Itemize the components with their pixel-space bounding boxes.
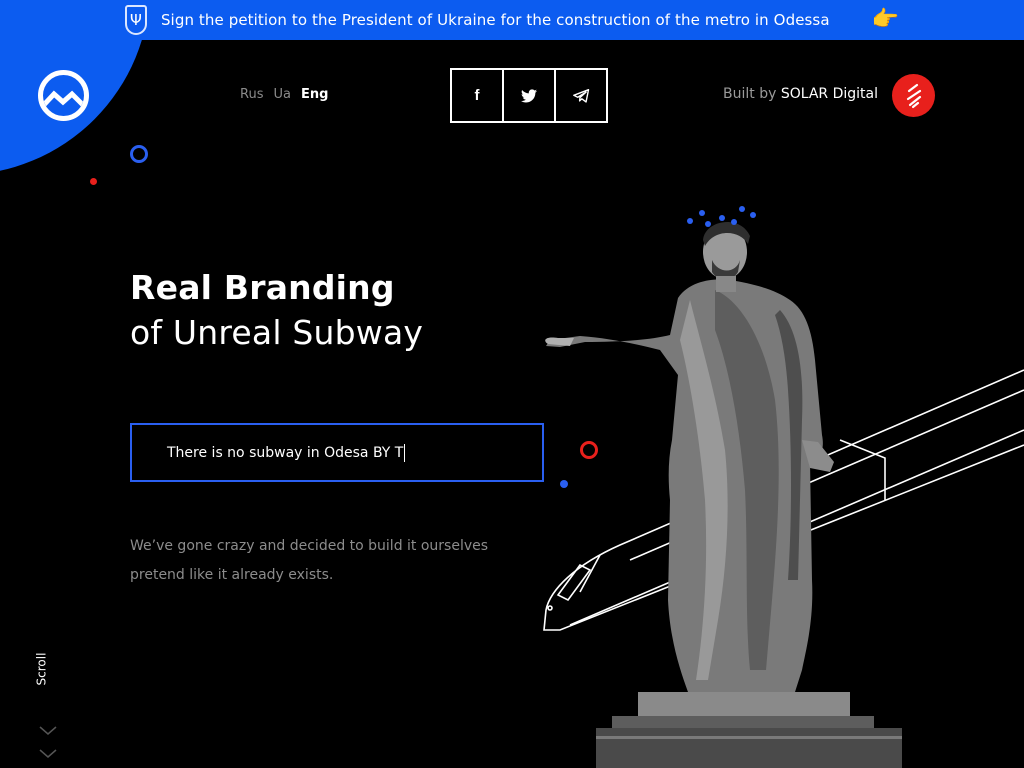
headline-primary: Real Branding <box>130 268 395 307</box>
lang-ua[interactable]: Ua <box>273 87 290 102</box>
statue-figure <box>545 222 834 692</box>
telegram-icon <box>572 88 589 103</box>
headline-secondary: of Unreal Subway <box>130 313 424 352</box>
solar-digital-logo-icon[interactable] <box>892 74 935 117</box>
petition-banner[interactable]: Ψ Sign the petition to the President of … <box>0 0 1024 40</box>
built-by-credit[interactable]: Built by SOLAR Digital <box>723 86 878 102</box>
twitter-icon <box>521 88 537 102</box>
petition-banner-text[interactable]: Sign the petition to the President of Uk… <box>161 11 830 29</box>
pointing-hand-icon: 👉 <box>871 7 900 32</box>
facebook-button[interactable]: f <box>450 68 504 123</box>
scroll-indicator[interactable]: Scroll <box>34 650 53 690</box>
social-share-group: f <box>450 68 608 123</box>
ukraine-trident-icon: Ψ <box>124 5 147 35</box>
twitter-button[interactable] <box>502 68 556 123</box>
language-switcher: Rus Ua Eng <box>240 87 328 102</box>
chevron-down-icon-2[interactable] <box>39 745 57 763</box>
hero-description: We’ve gone crazy and decided to build it… <box>130 538 489 583</box>
facebook-icon: f <box>474 87 480 104</box>
text-caret <box>404 443 406 462</box>
scroll-label: Scroll <box>34 652 49 686</box>
telegram-button[interactable] <box>554 68 608 123</box>
built-by-prefix: Built by <box>723 86 777 102</box>
metro-logo-icon[interactable] <box>38 70 89 121</box>
statue-pedestal <box>596 692 902 768</box>
lang-eng[interactable]: Eng <box>301 87 328 102</box>
decor-dot-red <box>90 178 97 185</box>
decor-ring-blue <box>130 145 148 163</box>
ticker-text: There is no subway in Odesa BY T <box>167 444 404 461</box>
built-by-brand: SOLAR Digital <box>780 86 879 102</box>
hero-illustration <box>543 206 1024 768</box>
lang-rus[interactable]: Rus <box>240 87 263 102</box>
typing-ticker: There is no subway in Odesa BY T <box>130 423 544 482</box>
chevron-down-icon[interactable] <box>39 722 57 740</box>
